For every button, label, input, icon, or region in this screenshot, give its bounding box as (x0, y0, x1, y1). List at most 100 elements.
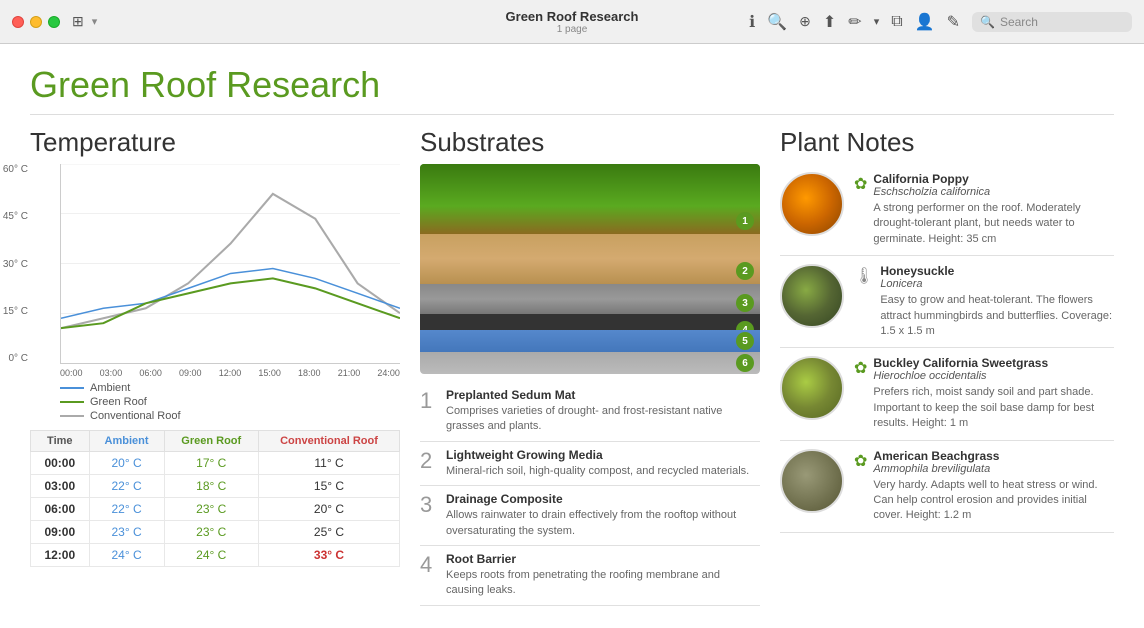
legend-convroof-line (60, 415, 84, 417)
plant-notes-section: Plant Notes ✿ California Poppy Eschschol… (780, 127, 1114, 606)
cell-time: 12:00 (31, 544, 90, 567)
legend-convroof-label: Conventional Roof (90, 410, 181, 422)
substrate-list: 1 Preplanted Sedum Mat Comprises varieti… (420, 382, 760, 606)
share-icon[interactable]: ⬆ (823, 12, 836, 32)
cell-green: 18° C (164, 475, 258, 498)
titlebar-right: ℹ 🔍 ⊕ ⬆ ✏ ▾ ⧉ 👤 ✎ 🔍 Search (749, 12, 1132, 32)
plant-image-honeysuckle (780, 264, 844, 328)
chart-legend: Ambient Green Roof Conventional Roof (60, 382, 400, 422)
col-ambient: Ambient (89, 431, 164, 452)
cell-ambient: 24° C (89, 544, 164, 567)
close-button[interactable] (12, 16, 24, 28)
minimize-button[interactable] (30, 16, 42, 28)
markup-icon[interactable]: ✎ (947, 12, 960, 32)
layer-concrete: 6 (420, 352, 760, 374)
list-item: 3 Drainage Composite Allows rainwater to… (420, 486, 760, 546)
search-placeholder: Search (1000, 15, 1038, 29)
list-item: 2 Lightweight Growing Media Mineral-rich… (420, 442, 760, 486)
cell-green: 23° C (164, 521, 258, 544)
plant-latin-poppy: Eschscholzia californica (873, 186, 1114, 198)
cell-conv: 11° C (258, 452, 399, 475)
cell-ambient: 22° C (89, 475, 164, 498)
document-title: Green Roof Research (506, 9, 639, 24)
thermometer-icon: 🌡 (854, 266, 874, 339)
chevron-down-icon[interactable]: ▾ (92, 15, 98, 28)
substrate-name-4: Root Barrier (446, 552, 760, 566)
titlebar: ⊞ ▾ Green Roof Research 1 page ℹ 🔍 ⊕ ⬆ ✏… (0, 0, 1144, 44)
chevron-down-icon-2[interactable]: ▾ (874, 15, 880, 28)
plant-info-poppy: California Poppy Eschscholzia californic… (873, 172, 1114, 247)
y-axis-labels: 60° C 45° C 30° C 15° C 0° C (0, 164, 28, 364)
plant-latin-honeysuckle: Lonicera (880, 278, 1114, 290)
cell-time: 00:00 (31, 452, 90, 475)
y-label-15: 15° C (0, 306, 28, 317)
plant-desc-poppy: A strong performer on the roof. Moderate… (873, 201, 1114, 247)
y-label-30: 30° C (0, 259, 28, 270)
plant-content-poppy: ✿ California Poppy Eschscholzia californ… (854, 172, 1114, 247)
substrates-title: Substrates (420, 127, 760, 158)
annotate-icon[interactable]: ✏ (848, 12, 861, 32)
window-icon[interactable]: ⧉ (891, 13, 902, 31)
traffic-lights (12, 16, 60, 28)
legend-convroof: Conventional Roof (60, 410, 400, 422)
plant-item-honeysuckle: 🌡 Honeysuckle Lonicera Easy to grow and … (780, 256, 1114, 348)
plant-image-sweetgrass (780, 356, 844, 420)
plant-item-poppy: ✿ California Poppy Eschscholzia californ… (780, 164, 1114, 256)
cell-conv: 25° C (258, 521, 399, 544)
layer-num-2: 2 (736, 262, 754, 280)
plant-notes-title: Plant Notes (780, 127, 1114, 158)
layer-barrier: 4 (420, 314, 760, 330)
layer-water: 5 (420, 330, 760, 352)
plant-item-beachgrass: ✿ American Beachgrass Ammophila brevilig… (780, 441, 1114, 533)
temperature-chart (60, 164, 400, 364)
legend-greenroof-label: Green Roof (90, 396, 147, 408)
layer-num-5: 5 (736, 332, 754, 350)
cell-green: 24° C (164, 544, 258, 567)
y-label-60: 60° C (0, 164, 28, 175)
layer-vegetation: 1 (420, 164, 760, 234)
substrate-desc-2: Mineral-rich soil, high-quality compost,… (446, 464, 749, 479)
cell-conv: 20° C (258, 498, 399, 521)
substrate-name-3: Drainage Composite (446, 492, 760, 506)
info-icon[interactable]: ℹ (749, 12, 755, 32)
temperature-section: Temperature 60° C 45° C 30° C 15° C 0° C (30, 127, 400, 606)
fullscreen-button[interactable] (48, 16, 60, 28)
substrate-text-1: Preplanted Sedum Mat Comprises varieties… (446, 388, 760, 435)
flower-icon-sweetgrass: ✿ (854, 358, 867, 431)
table-row: 09:00 23° C 23° C 25° C (31, 521, 400, 544)
substrate-desc-3: Allows rainwater to drain effectively fr… (446, 508, 760, 539)
plant-image-beachgrass (780, 449, 844, 513)
plant-desc-honeysuckle: Easy to grow and heat-tolerant. The flow… (880, 293, 1114, 339)
legend-greenroof-line (60, 401, 84, 403)
cell-ambient: 23° C (89, 521, 164, 544)
cell-green: 17° C (164, 452, 258, 475)
search-bar[interactable]: 🔍 Search (972, 12, 1132, 32)
substrate-desc-4: Keeps roots from penetrating the roofing… (446, 568, 760, 599)
main-content: Green Roof Research Temperature 60° C 45… (0, 44, 1144, 628)
legend-ambient-line (60, 387, 84, 389)
y-label-0: 0° C (0, 353, 28, 364)
list-item: 1 Preplanted Sedum Mat Comprises varieti… (420, 382, 760, 442)
cell-ambient: 22° C (89, 498, 164, 521)
layer-drainage: 3 (420, 284, 760, 314)
flower-icon-poppy: ✿ (854, 174, 867, 247)
cell-conv: 15° C (258, 475, 399, 498)
cell-conv-hot: 33° C (258, 544, 399, 567)
zoom-in-icon[interactable]: ⊕ (799, 13, 811, 30)
cell-time: 03:00 (31, 475, 90, 498)
zoom-out-icon[interactable]: 🔍 (767, 12, 787, 32)
list-item: 4 Root Barrier Keeps roots from penetrat… (420, 546, 760, 606)
substrate-name-2: Lightweight Growing Media (446, 448, 749, 462)
cell-green: 23° C (164, 498, 258, 521)
legend-greenroof: Green Roof (60, 396, 400, 408)
y-label-45: 45° C (0, 211, 28, 222)
sidebar-icon[interactable]: ⊞ (72, 13, 84, 30)
plant-image-poppy (780, 172, 844, 236)
col-greenroof: Green Roof (164, 431, 258, 452)
cell-time: 06:00 (31, 498, 90, 521)
plant-desc-beachgrass: Very hardy. Adapts well to heat stress o… (873, 478, 1114, 524)
substrate-text-2: Lightweight Growing Media Mineral-rich s… (446, 448, 749, 479)
titlebar-center: Green Roof Research 1 page (506, 9, 639, 35)
person-icon[interactable]: 👤 (915, 12, 935, 32)
plant-content-sweetgrass: ✿ Buckley California Sweetgrass Hierochl… (854, 356, 1114, 431)
